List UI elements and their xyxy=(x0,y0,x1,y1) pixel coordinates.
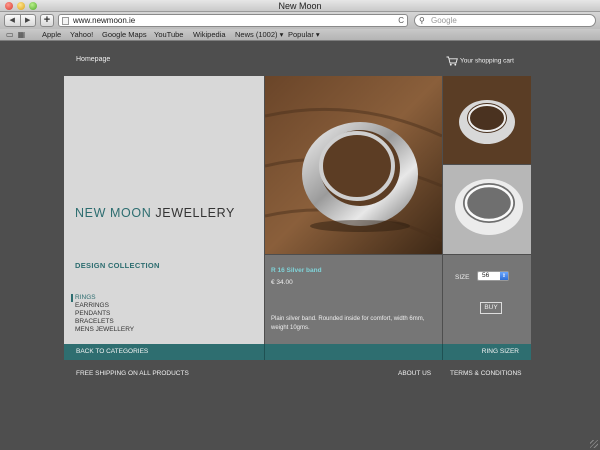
bookmark-apple[interactable]: Apple xyxy=(42,29,61,41)
ring-thumbnail-illustration-1 xyxy=(443,76,531,164)
free-shipping-text: FREE SHIPPING ON ALL PRODUCTS xyxy=(76,370,189,377)
category-mens-jewellery[interactable]: MENS JEWELLERY xyxy=(75,326,134,334)
product-options-panel: SIZE 56 ⇕ BUY xyxy=(443,255,531,344)
product-name: R 16 Silver band xyxy=(271,267,322,274)
size-select[interactable]: 56 ⇕ xyxy=(477,271,509,281)
cart-icon xyxy=(446,56,458,66)
category-list: RINGS EARRINGS PENDANTS BRACELETS MENS J… xyxy=(71,294,134,334)
product-description: Plain silver band. Rounded inside for co… xyxy=(271,316,425,331)
brand-panel: NEW MOON JEWELLERY DESIGN COLLECTION RIN… xyxy=(64,76,264,344)
product-thumbnail-1[interactable] xyxy=(443,76,531,164)
bookmark-popular[interactable]: Popular ▾ xyxy=(288,29,320,41)
ring-thumbnail-illustration-2 xyxy=(443,165,531,254)
grid-icon[interactable]: ▦ xyxy=(18,30,30,39)
search-placeholder[interactable]: Google xyxy=(431,15,457,26)
product-nav-bar: BACK TO CATEGORIES RING SIZER xyxy=(64,344,531,360)
category-bracelets[interactable]: BRACELETS xyxy=(75,318,134,326)
bookmark-youtube[interactable]: YouTube xyxy=(154,29,183,41)
ring-photo-illustration xyxy=(265,76,442,254)
bookmark-news[interactable]: News (1002) ▾ xyxy=(235,29,283,41)
nav-buttons: ◀ ▶ xyxy=(4,14,36,27)
category-earrings[interactable]: EARRINGS xyxy=(75,302,134,310)
search-field[interactable]: ⚲ Google xyxy=(414,14,596,27)
brand-part-2: JEWELLERY xyxy=(155,206,235,220)
shopping-cart-link[interactable]: Your shopping cart xyxy=(446,56,514,66)
bookmark-yahoo[interactable]: Yahoo! xyxy=(70,29,93,41)
product-price: € 34.00 xyxy=(271,279,293,286)
select-arrows-icon: ⇕ xyxy=(500,272,508,280)
homepage-link[interactable]: Homepage xyxy=(76,56,110,63)
address-bar[interactable]: www.newmoon.ie C xyxy=(58,14,408,27)
back-to-categories-link[interactable]: BACK TO CATEGORIES xyxy=(76,344,148,360)
nav-divider xyxy=(442,344,443,360)
ring-sizer-link[interactable]: RING SIZER xyxy=(482,344,519,360)
cart-label: Your shopping cart xyxy=(460,57,514,65)
window-titlebar: New Moon xyxy=(0,0,600,12)
terms-link[interactable]: TERMS & CONDITIONS xyxy=(450,370,522,377)
size-value: 56 xyxy=(482,272,490,279)
bookmark-wikipedia[interactable]: Wikipedia xyxy=(193,29,226,41)
product-photo-main xyxy=(265,76,442,254)
back-button[interactable]: ◀ xyxy=(5,15,21,26)
brand-logo: NEW MOON JEWELLERY xyxy=(75,206,235,220)
page-icon xyxy=(62,17,69,25)
brand-part-1: NEW MOON xyxy=(75,206,152,220)
url-input[interactable]: www.newmoon.ie xyxy=(73,15,135,26)
forward-button[interactable]: ▶ xyxy=(21,15,36,26)
buy-button[interactable]: BUY xyxy=(480,302,502,314)
about-us-link[interactable]: ABOUT US xyxy=(398,370,431,377)
product-info-panel: R 16 Silver band € 34.00 Plain silver ba… xyxy=(265,255,442,344)
window-resize-grip[interactable] xyxy=(590,440,598,448)
browser-toolbar: ◀ ▶ + www.newmoon.ie C ⚲ Google xyxy=(0,12,600,29)
bookmarks-icons: ▭▦ xyxy=(6,29,29,41)
reload-icon[interactable]: C xyxy=(398,15,404,26)
nav-divider xyxy=(264,344,265,360)
bookmarks-bar: ▭▦ Apple Yahoo! Google Maps YouTube Wiki… xyxy=(0,29,600,41)
bookmark-google-maps[interactable]: Google Maps xyxy=(102,29,147,41)
add-bookmark-button[interactable]: + xyxy=(40,14,54,27)
category-pendants[interactable]: PENDANTS xyxy=(75,310,134,318)
search-icon: ⚲ xyxy=(419,16,425,25)
window-title: New Moon xyxy=(278,1,322,11)
size-label: SIZE xyxy=(455,274,470,281)
product-thumbnail-2[interactable] xyxy=(443,165,531,254)
web-page: Homepage Your shopping cart NEW MOON JEW… xyxy=(0,42,600,450)
collection-heading: DESIGN COLLECTION xyxy=(75,261,160,270)
category-rings[interactable]: RINGS xyxy=(71,294,134,302)
book-icon[interactable]: ▭ xyxy=(6,30,18,39)
